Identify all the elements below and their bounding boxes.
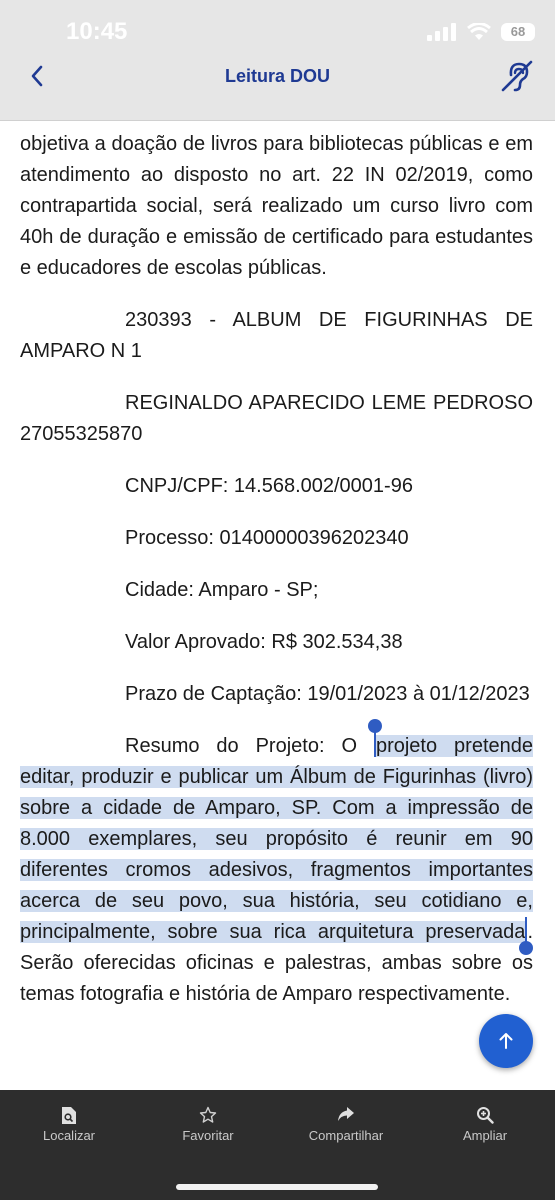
status-time: 10:45: [66, 18, 128, 45]
selection-handle-end[interactable]: [519, 917, 534, 955]
document-content: objetiva a doação de livros para bibliot…: [20, 122, 534, 1031]
status-icons: 68: [427, 22, 535, 42]
zoom-button[interactable]: Ampliar: [420, 1106, 550, 1143]
paragraph: Cidade: Amparo - SP;: [125, 579, 319, 601]
share-label: Compartilhar: [308, 1128, 384, 1143]
nav-bar: Leitura DOU: [0, 52, 555, 121]
paragraph: Processo: 01400000396202340: [125, 527, 409, 549]
zoom-in-icon: [477, 1107, 494, 1124]
paragraph: Valor Aprovado: R$ 302.534,38: [125, 631, 403, 653]
selected-text[interactable]: projeto pretende editar, produzir e publ…: [20, 735, 533, 943]
star-icon: [199, 1106, 217, 1123]
paragraph: CNPJ/CPF: 14.568.002/0001-96: [125, 475, 413, 497]
find-label: Localizar: [42, 1128, 96, 1143]
status-bar: 10:45 68: [0, 0, 555, 52]
share-button[interactable]: Compartilhar: [281, 1106, 411, 1143]
paragraph: Prazo de Captação: 19/01/2023 à 01/12/20…: [125, 683, 530, 705]
find-button[interactable]: Localizar: [4, 1106, 134, 1143]
battery-indicator: 68: [501, 23, 535, 41]
favorite-label: Favoritar: [182, 1128, 234, 1143]
favorite-button[interactable]: Favoritar: [143, 1106, 273, 1143]
paragraph: 230393 - ALBUM DE FIGURINHAS DE AMPARO N…: [20, 309, 533, 362]
signal-icon: [427, 23, 456, 41]
wifi-icon: [467, 23, 491, 40]
home-indicator[interactable]: [176, 1184, 378, 1190]
paragraph-summary: Resumo do Projeto: O projeto pretende ed…: [20, 719, 534, 1010]
document-search-icon: [62, 1107, 76, 1124]
share-arrow-icon: [338, 1107, 354, 1121]
summary-text: Resumo do Projeto: O: [125, 735, 374, 757]
hearing-accessibility-icon[interactable]: [499, 58, 535, 94]
paragraph: objetiva a doação de livros para bibliot…: [20, 133, 533, 279]
page-title: Leitura DOU: [224, 66, 330, 86]
scroll-to-top-button[interactable]: [479, 1014, 533, 1068]
selection-handle-start[interactable]: [367, 719, 382, 757]
paragraph: REGINALDO APARECIDO LEME PEDROSO 2705532…: [20, 392, 533, 445]
zoom-label: Ampliar: [462, 1128, 508, 1143]
arrow-up-icon: [499, 1033, 513, 1049]
